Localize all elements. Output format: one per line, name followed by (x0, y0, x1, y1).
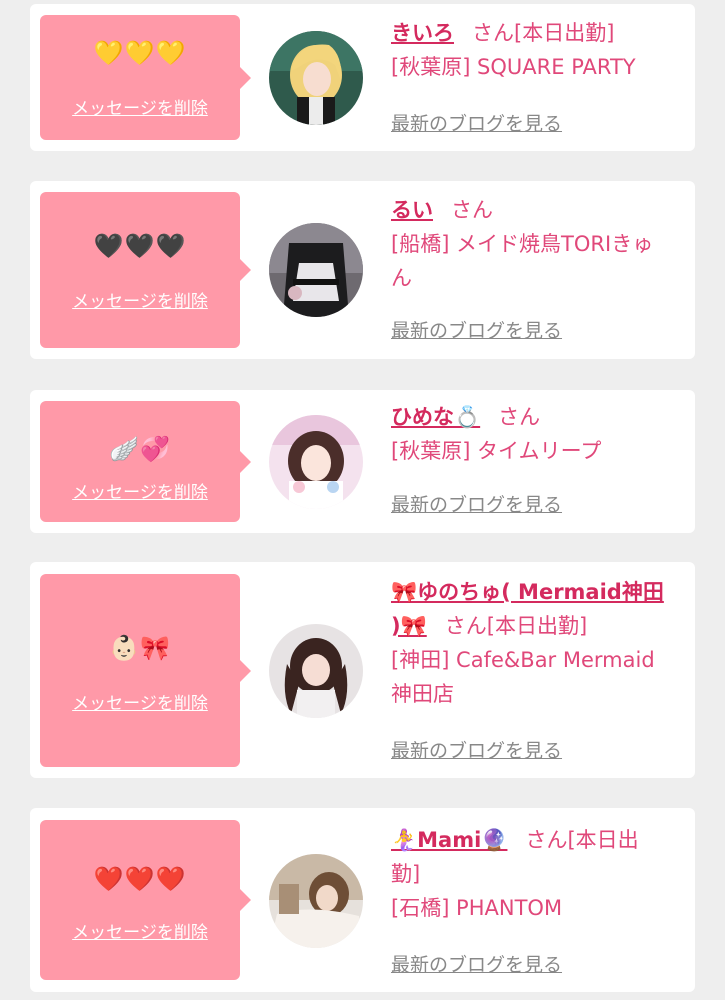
shop-label: [秋葉原] タイムリープ (391, 439, 602, 463)
favorite-card: 👶🏻🎀 メッセージを削除 🎀ゆのちゅ( Mermaid神田 )🎀 さん[本日出勤]… (30, 562, 695, 778)
blog-link[interactable]: 最新のブログを見る (391, 493, 562, 517)
avatar[interactable] (269, 854, 363, 948)
delete-message-link[interactable]: メッセージを削除 (40, 694, 240, 714)
emoji-icons: 🪽💞 (109, 435, 171, 463)
emoji-hearts: 🖤🖤🖤 (93, 232, 187, 260)
shop-label: [石橋] PHANTOM (391, 896, 563, 920)
favorite-card: ❤️❤️❤️ メッセージを削除 🧜‍♀️Mami🔮 さん[本日出 勤] [石橋] … (30, 808, 695, 992)
emoji-hearts: ❤️❤️❤️ (93, 865, 187, 893)
delete-message-link[interactable]: メッセージを削除 (40, 923, 240, 943)
honorific: さん (498, 405, 541, 429)
blog-link[interactable]: 最新のブログを見る (391, 739, 562, 763)
message-panel: 🖤🖤🖤 メッセージを削除 (40, 192, 251, 348)
emoji-hearts: 💛💛💛 (93, 39, 187, 67)
shop-label-line: [神田] Cafe&Bar Mermaid (391, 648, 655, 672)
avatar[interactable] (269, 624, 363, 718)
status-label: 勤] (391, 862, 421, 886)
entry-info: るい さん [船橋] メイド焼鳥TORIきゅ ん 最新のブログを見る (391, 193, 691, 342)
status-label: [本日出 (567, 828, 639, 852)
name-link[interactable]: 🧜‍♀️Mami🔮 (391, 828, 507, 852)
status-label: [本日出勤] (486, 614, 588, 638)
avatar[interactable] (269, 415, 363, 509)
blog-link[interactable]: 最新のブログを見る (391, 112, 562, 136)
name-link[interactable]: るい (391, 198, 433, 222)
message-panel: 🪽💞 メッセージを削除 (40, 401, 251, 522)
message-panel: ❤️❤️❤️ メッセージを削除 (40, 820, 251, 980)
favorite-card: 🪽💞 メッセージを削除 ひめな💍 さん [秋葉原] タイムリープ 最新のブログを見… (30, 390, 695, 533)
delete-message-link[interactable]: メッセージを削除 (40, 292, 240, 312)
shop-label-line: ん (391, 266, 412, 290)
honorific: さん (525, 828, 568, 852)
status-label: [本日出勤] (514, 21, 615, 45)
entry-info: 🎀ゆのちゅ( Mermaid神田 )🎀 さん[本日出勤] [神田] Cafe&Ba… (391, 575, 691, 762)
favorite-card: 💛💛💛 メッセージを削除 きいろ さん[本日出勤] [秋葉原] SQUARE PA… (30, 4, 695, 151)
message-panel: 👶🏻🎀 メッセージを削除 (40, 574, 251, 767)
shop-label-line: [船橋] メイド焼鳥TORIきゅ (391, 232, 654, 256)
blog-link[interactable]: 最新のブログを見る (391, 319, 562, 343)
favorite-card: 🖤🖤🖤 メッセージを削除 るい さん [船橋] メイド焼鳥TORIきゅ ん 最新の… (30, 181, 695, 359)
shop-label: [秋葉原] SQUARE PARTY (391, 55, 636, 79)
entry-info: きいろ さん[本日出勤] [秋葉原] SQUARE PARTY 最新のブログを見る (391, 16, 691, 135)
shop-label: [神田] Cafe&Bar Mermaid 神田店 (391, 643, 691, 711)
avatar[interactable] (269, 31, 363, 125)
name-link[interactable]: きいろ (391, 21, 454, 45)
blog-link[interactable]: 最新のブログを見る (391, 953, 562, 977)
entry-info: ひめな💍 さん [秋葉原] タイムリープ 最新のブログを見る (391, 400, 691, 516)
avatar[interactable] (269, 223, 363, 317)
shop-label: [船橋] メイド焼鳥TORIきゅ ん (391, 227, 691, 295)
entry-info: 🧜‍♀️Mami🔮 さん[本日出 勤] [石橋] PHANTOM 最新のブログを見… (391, 823, 691, 976)
emoji-icons: 👶🏻🎀 (109, 634, 171, 662)
honorific: さん (472, 21, 514, 45)
delete-message-link[interactable]: メッセージを削除 (40, 483, 240, 503)
delete-message-link[interactable]: メッセージを削除 (40, 99, 240, 119)
honorific: さん (451, 198, 493, 222)
message-panel: 💛💛💛 メッセージを削除 (40, 15, 251, 140)
name-link[interactable]: )🎀 (391, 614, 427, 638)
shop-label-line: 神田店 (391, 682, 454, 706)
name-link[interactable]: ひめな💍 (391, 405, 480, 429)
name-link[interactable]: 🎀ゆのちゅ( Mermaid神田 (391, 580, 664, 604)
honorific: さん (444, 614, 487, 638)
